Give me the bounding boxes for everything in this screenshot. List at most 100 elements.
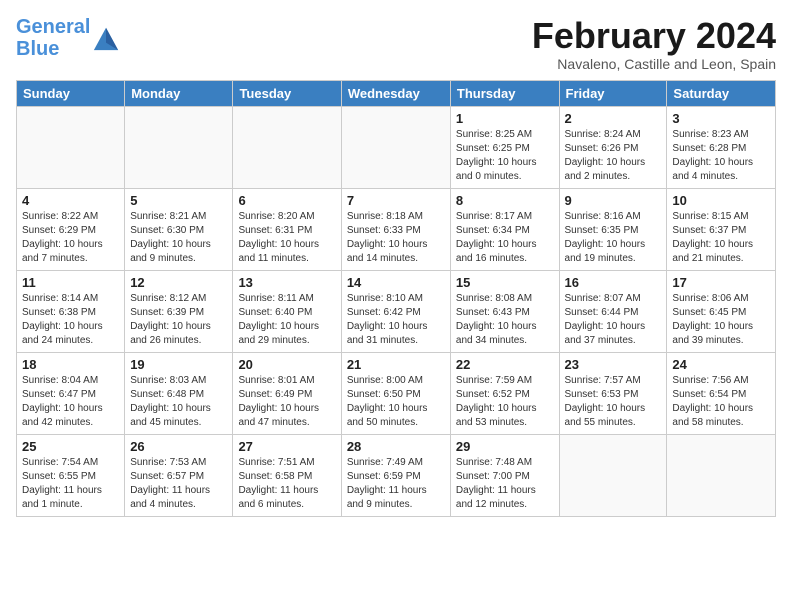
- day-info: Sunrise: 7:59 AM Sunset: 6:52 PM Dayligh…: [456, 374, 554, 430]
- weekday-header-friday: Friday: [559, 80, 667, 106]
- day-number: 22: [456, 357, 554, 372]
- weekday-header-saturday: Saturday: [667, 80, 776, 106]
- calendar-cell: 16 Sunrise: 8:07 AM Sunset: 6:44 PM Dayli…: [559, 270, 667, 352]
- calendar-cell: 10 Sunrise: 8:15 AM Sunset: 6:37 PM Dayli…: [667, 188, 776, 270]
- calendar-cell: 26 Sunrise: 7:53 AM Sunset: 6:57 PM Dayli…: [125, 434, 233, 516]
- location-subtitle: Navaleno, Castille and Leon, Spain: [532, 56, 776, 72]
- calendar-cell: 8 Sunrise: 8:17 AM Sunset: 6:34 PM Daylig…: [450, 188, 559, 270]
- title-area: February 2024 Navaleno, Castille and Leo…: [532, 16, 776, 72]
- logo-icon: [92, 24, 120, 52]
- day-info: Sunrise: 8:22 AM Sunset: 6:29 PM Dayligh…: [22, 210, 119, 266]
- calendar-cell: 13Sunrise: 8:11 AM Sunset: 6:40 PM Dayli…: [233, 270, 341, 352]
- calendar-cell: 22 Sunrise: 7:59 AM Sunset: 6:52 PM Dayli…: [450, 352, 559, 434]
- day-info: Sunrise: 8:23 AM Sunset: 6:28 PM Dayligh…: [672, 128, 770, 184]
- day-info: Sunrise: 8:18 AM Sunset: 6:33 PM Dayligh…: [347, 210, 445, 266]
- day-info: Sunrise: 7:51 AM Sunset: 6:58 PM Dayligh…: [238, 456, 335, 512]
- day-info: Sunrise: 8:14 AM Sunset: 6:38 PM Dayligh…: [22, 292, 119, 348]
- day-info: Sunrise: 8:04 AM Sunset: 6:47 PM Dayligh…: [22, 374, 119, 430]
- day-info: Sunrise: 8:20 AM Sunset: 6:31 PM Dayligh…: [238, 210, 335, 266]
- calendar-cell: 14Sunrise: 8:10 AM Sunset: 6:42 PM Dayli…: [341, 270, 450, 352]
- day-number: 13: [238, 275, 335, 290]
- day-info: Sunrise: 8:07 AM Sunset: 6:44 PM Dayligh…: [565, 292, 662, 348]
- calendar-week-3: 11 Sunrise: 8:14 AM Sunset: 6:38 PM Dayli…: [17, 270, 776, 352]
- calendar-cell: 27 Sunrise: 7:51 AM Sunset: 6:58 PM Dayli…: [233, 434, 341, 516]
- calendar-week-5: 25Sunrise: 7:54 AM Sunset: 6:55 PM Dayli…: [17, 434, 776, 516]
- calendar-table: SundayMondayTuesdayWednesdayThursdayFrid…: [16, 80, 776, 517]
- calendar-cell: 24 Sunrise: 7:56 AM Sunset: 6:54 PM Dayli…: [667, 352, 776, 434]
- day-info: Sunrise: 7:54 AM Sunset: 6:55 PM Dayligh…: [22, 456, 119, 512]
- weekday-header-thursday: Thursday: [450, 80, 559, 106]
- calendar-cell: 4 Sunrise: 8:22 AM Sunset: 6:29 PM Daylig…: [17, 188, 125, 270]
- month-title: February 2024: [532, 16, 776, 56]
- day-number: 27: [238, 439, 335, 454]
- calendar-cell: 23Sunrise: 7:57 AM Sunset: 6:53 PM Dayli…: [559, 352, 667, 434]
- calendar-cell: 3 Sunrise: 8:23 AM Sunset: 6:28 PM Daylig…: [667, 106, 776, 188]
- weekday-header-wednesday: Wednesday: [341, 80, 450, 106]
- weekday-header-tuesday: Tuesday: [233, 80, 341, 106]
- day-number: 10: [672, 193, 770, 208]
- weekday-header-sunday: Sunday: [17, 80, 125, 106]
- logo-line2: Blue: [16, 38, 59, 60]
- logo-text: General Blue: [16, 16, 90, 60]
- calendar-cell: 19 Sunrise: 8:03 AM Sunset: 6:48 PM Dayli…: [125, 352, 233, 434]
- calendar-cell: 18Sunrise: 8:04 AM Sunset: 6:47 PM Dayli…: [17, 352, 125, 434]
- day-info: Sunrise: 8:17 AM Sunset: 6:34 PM Dayligh…: [456, 210, 554, 266]
- calendar-cell: [559, 434, 667, 516]
- day-info: Sunrise: 8:21 AM Sunset: 6:30 PM Dayligh…: [130, 210, 227, 266]
- day-number: 11: [22, 275, 119, 290]
- calendar-cell: [667, 434, 776, 516]
- calendar-cell: 28 Sunrise: 7:49 AM Sunset: 6:59 PM Dayli…: [341, 434, 450, 516]
- day-number: 8: [456, 193, 554, 208]
- day-number: 16: [565, 275, 662, 290]
- calendar-cell: [17, 106, 125, 188]
- day-info: Sunrise: 8:15 AM Sunset: 6:37 PM Dayligh…: [672, 210, 770, 266]
- day-info: Sunrise: 8:25 AM Sunset: 6:25 PM Dayligh…: [456, 128, 554, 184]
- day-number: 7: [347, 193, 445, 208]
- day-number: 15: [456, 275, 554, 290]
- day-number: 9: [565, 193, 662, 208]
- calendar-cell: [125, 106, 233, 188]
- day-info: Sunrise: 8:00 AM Sunset: 6:50 PM Dayligh…: [347, 374, 445, 430]
- day-number: 24: [672, 357, 770, 372]
- day-number: 4: [22, 193, 119, 208]
- calendar-week-4: 18Sunrise: 8:04 AM Sunset: 6:47 PM Dayli…: [17, 352, 776, 434]
- day-number: 19: [130, 357, 227, 372]
- day-number: 17: [672, 275, 770, 290]
- calendar-cell: 17 Sunrise: 8:06 AM Sunset: 6:45 PM Dayli…: [667, 270, 776, 352]
- day-info: Sunrise: 7:56 AM Sunset: 6:54 PM Dayligh…: [672, 374, 770, 430]
- day-info: Sunrise: 8:03 AM Sunset: 6:48 PM Dayligh…: [130, 374, 227, 430]
- day-number: 21: [347, 357, 445, 372]
- day-info: Sunrise: 7:53 AM Sunset: 6:57 PM Dayligh…: [130, 456, 227, 512]
- calendar-week-2: 4 Sunrise: 8:22 AM Sunset: 6:29 PM Daylig…: [17, 188, 776, 270]
- weekday-header-monday: Monday: [125, 80, 233, 106]
- day-info: Sunrise: 8:08 AM Sunset: 6:43 PM Dayligh…: [456, 292, 554, 348]
- calendar-cell: 12 Sunrise: 8:12 AM Sunset: 6:39 PM Dayli…: [125, 270, 233, 352]
- day-number: 3: [672, 111, 770, 126]
- day-info: Sunrise: 8:06 AM Sunset: 6:45 PM Dayligh…: [672, 292, 770, 348]
- day-info: Sunrise: 8:16 AM Sunset: 6:35 PM Dayligh…: [565, 210, 662, 266]
- day-number: 1: [456, 111, 554, 126]
- calendar-cell: 15 Sunrise: 8:08 AM Sunset: 6:43 PM Dayli…: [450, 270, 559, 352]
- calendar-cell: 9 Sunrise: 8:16 AM Sunset: 6:35 PM Daylig…: [559, 188, 667, 270]
- weekday-header-row: SundayMondayTuesdayWednesdayThursdayFrid…: [17, 80, 776, 106]
- day-info: Sunrise: 7:49 AM Sunset: 6:59 PM Dayligh…: [347, 456, 445, 512]
- day-info: Sunrise: 8:10 AM Sunset: 6:42 PM Dayligh…: [347, 292, 445, 348]
- day-number: 28: [347, 439, 445, 454]
- day-info: Sunrise: 8:01 AM Sunset: 6:49 PM Dayligh…: [238, 374, 335, 430]
- day-number: 20: [238, 357, 335, 372]
- calendar-week-1: 1 Sunrise: 8:25 AM Sunset: 6:25 PM Daylig…: [17, 106, 776, 188]
- day-number: 12: [130, 275, 227, 290]
- calendar-cell: [341, 106, 450, 188]
- day-number: 26: [130, 439, 227, 454]
- calendar-cell: 25Sunrise: 7:54 AM Sunset: 6:55 PM Dayli…: [17, 434, 125, 516]
- day-number: 29: [456, 439, 554, 454]
- calendar-cell: 7 Sunrise: 8:18 AM Sunset: 6:33 PM Daylig…: [341, 188, 450, 270]
- day-number: 6: [238, 193, 335, 208]
- day-info: Sunrise: 8:12 AM Sunset: 6:39 PM Dayligh…: [130, 292, 227, 348]
- calendar-cell: 29Sunrise: 7:48 AM Sunset: 7:00 PM Dayli…: [450, 434, 559, 516]
- day-number: 5: [130, 193, 227, 208]
- calendar-cell: 11 Sunrise: 8:14 AM Sunset: 6:38 PM Dayli…: [17, 270, 125, 352]
- logo-line1: General: [16, 16, 90, 38]
- logo: General Blue: [16, 16, 120, 60]
- day-info: Sunrise: 7:57 AM Sunset: 6:53 PM Dayligh…: [565, 374, 662, 430]
